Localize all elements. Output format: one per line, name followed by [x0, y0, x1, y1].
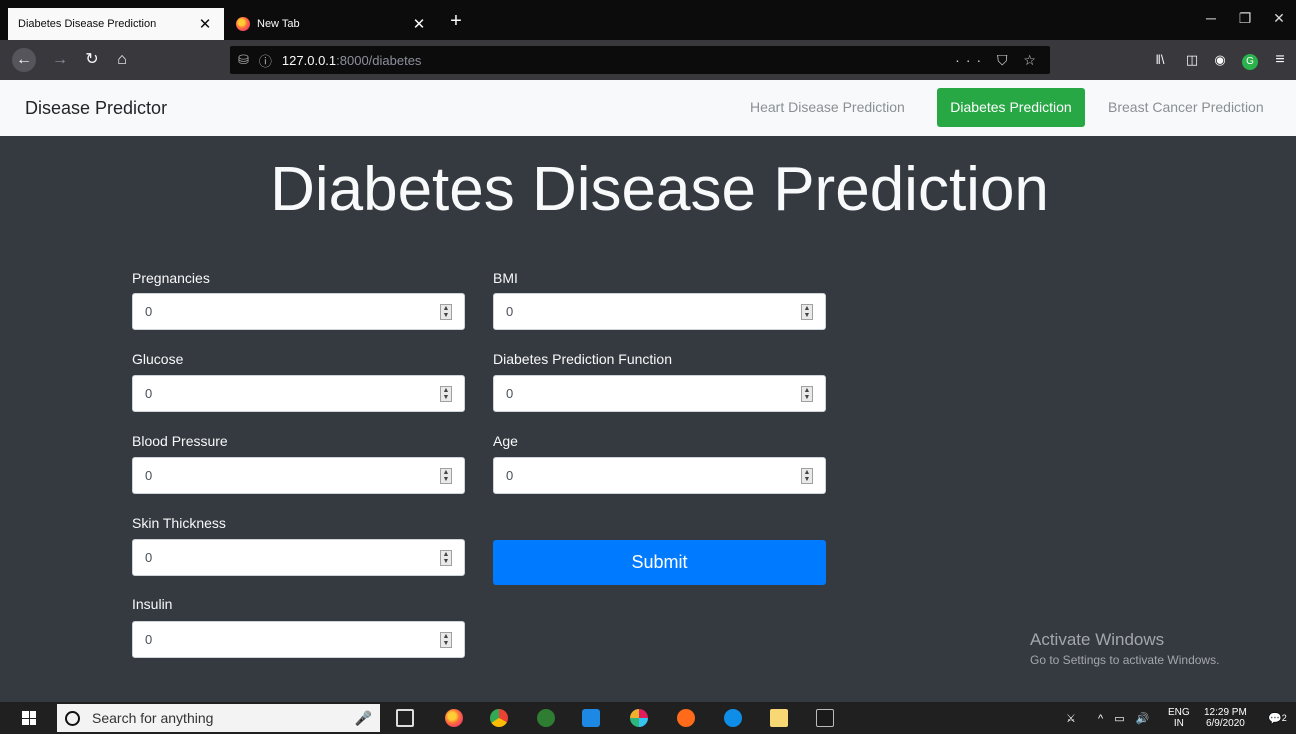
number-spinner-icon[interactable]: ▲ ▼: [440, 303, 452, 320]
age-label: Age: [493, 433, 518, 449]
clock-time: 12:29 PM: [1204, 707, 1247, 718]
number-spinner-icon[interactable]: ▲ ▼: [440, 631, 452, 648]
taskbar-search-placeholder: Search for anything: [92, 710, 214, 726]
clock[interactable]: 12:29 PM 6/9/2020: [1204, 702, 1247, 734]
notifications-icon[interactable]: 💬 2: [1268, 702, 1287, 734]
insulin-label: Insulin: [132, 596, 173, 612]
tracking-shield-icon[interactable]: ⛁: [238, 52, 249, 68]
glucose-input[interactable]: 0 ▲ ▼: [132, 375, 465, 412]
language-indicator[interactable]: ENG IN: [1168, 702, 1190, 734]
menu-icon[interactable]: ≡: [1268, 48, 1292, 72]
number-spinner-icon[interactable]: ▲ ▼: [440, 467, 452, 484]
nav-heart-disease-prediction[interactable]: Heart Disease Prediction: [742, 88, 913, 127]
maximize-button[interactable]: ❐: [1230, 10, 1260, 27]
clock-date: 6/9/2020: [1205, 718, 1245, 729]
nav-diabetes-prediction[interactable]: Diabetes Prediction: [937, 88, 1085, 127]
firefox-icon: [236, 17, 250, 31]
main-content: Diabetes Disease Prediction Pregnancies …: [0, 136, 1296, 702]
system-tray-icons[interactable]: ^ ▭ 🔊: [1098, 702, 1153, 734]
blood-pressure-label: Blood Pressure: [132, 433, 228, 449]
site-info-icon[interactable]: ⓘ: [259, 51, 272, 70]
insulin-value: 0: [145, 632, 153, 647]
submit-button[interactable]: Submit: [493, 540, 826, 585]
file-explorer-taskbar-icon[interactable]: [770, 709, 788, 727]
chrome-canary-taskbar-icon[interactable]: [537, 709, 555, 727]
url-path: :8000/diabetes: [336, 52, 422, 68]
close-window-button[interactable]: ✕: [1264, 10, 1294, 27]
url-bar[interactable]: ⛁ ⓘ 127.0.0.1 :8000/diabetes ··· ⛉ ☆: [230, 46, 1050, 74]
number-spinner-icon[interactable]: ▲ ▼: [801, 303, 813, 320]
age-input[interactable]: 0 ▲ ▼: [493, 457, 826, 494]
glucose-label: Glucose: [132, 351, 184, 367]
terminal-taskbar-icon[interactable]: [816, 709, 834, 727]
region-code: IN: [1173, 718, 1184, 729]
bmi-label: BMI: [493, 270, 518, 286]
firefox-taskbar-icon[interactable]: [445, 709, 463, 727]
bmi-value: 0: [506, 304, 514, 319]
site-navbar: Disease Predictor Heart Disease Predicti…: [0, 80, 1296, 136]
new-tab-button[interactable]: +: [446, 8, 466, 34]
number-spinner-icon[interactable]: ▲ ▼: [440, 549, 452, 566]
minimize-button[interactable]: ─: [1196, 10, 1226, 26]
page-title: Diabetes Disease Prediction: [270, 155, 1049, 224]
bmi-input[interactable]: 0 ▲ ▼: [493, 293, 826, 330]
postman-taskbar-icon[interactable]: [677, 709, 695, 727]
language-code: ENG: [1168, 707, 1190, 718]
number-spinner-icon[interactable]: ▲ ▼: [440, 385, 452, 402]
watermark-title: Activate Windows: [1030, 630, 1165, 649]
diabetes-prediction-function-value: 0: [506, 386, 514, 401]
pregnancies-input[interactable]: 0 ▲ ▼: [132, 293, 465, 330]
tab-new-tab[interactable]: New Tab ✕: [226, 8, 438, 40]
microphone-icon[interactable]: 🎤: [355, 710, 372, 727]
people-icon[interactable]: ⚔: [1066, 702, 1076, 734]
blood-pressure-input[interactable]: 0 ▲ ▼: [132, 457, 465, 494]
number-spinner-icon[interactable]: ▲ ▼: [801, 385, 813, 402]
brand-link[interactable]: Disease Predictor: [25, 98, 167, 119]
home-icon[interactable]: ⌂: [110, 48, 134, 72]
diabetes-prediction-function-label: Diabetes Prediction Function: [493, 351, 672, 367]
tab-title: Diabetes Disease Prediction: [18, 18, 157, 30]
browser-toolbar: ← → ↻ ⌂ ⛁ ⓘ 127.0.0.1 :8000/diabetes ···…: [0, 40, 1296, 80]
blood-pressure-value: 0: [145, 468, 153, 483]
sidebar-icon[interactable]: ◫: [1180, 48, 1204, 72]
watermark-subtitle: Go to Settings to activate Windows.: [1030, 653, 1220, 667]
grammarly-icon[interactable]: G: [1238, 48, 1262, 72]
glucose-value: 0: [145, 386, 153, 401]
reload-icon[interactable]: ↻: [80, 48, 104, 72]
close-tab-icon[interactable]: ✕: [410, 15, 428, 33]
tab-title: New Tab: [257, 18, 300, 30]
skin-thickness-label: Skin Thickness: [132, 515, 226, 531]
skin-thickness-input[interactable]: 0 ▲ ▼: [132, 539, 465, 576]
account-icon[interactable]: ◉: [1208, 48, 1232, 72]
close-tab-icon[interactable]: ✕: [196, 15, 214, 33]
activate-windows-watermark: Activate Windows Go to Settings to activ…: [1030, 630, 1219, 667]
forward-arrow-icon[interactable]: →: [48, 48, 72, 72]
notification-count: 2: [1281, 713, 1287, 723]
age-value: 0: [506, 468, 514, 483]
windows-start-icon[interactable]: [22, 711, 36, 725]
taskbar-search-box[interactable]: Search for anything 🎤: [57, 704, 380, 732]
browser-tab-strip: Diabetes Disease Prediction ✕ New Tab ✕ …: [0, 0, 1296, 40]
skin-thickness-value: 0: [145, 550, 153, 565]
nav-breast-cancer-prediction[interactable]: Breast Cancer Prediction: [1100, 88, 1272, 127]
teamviewer-taskbar-icon[interactable]: [724, 709, 742, 727]
tab-diabetes-disease-prediction[interactable]: Diabetes Disease Prediction ✕: [8, 8, 224, 40]
cortana-circle-icon: [65, 710, 80, 726]
number-spinner-icon[interactable]: ▲ ▼: [801, 467, 813, 484]
task-view-icon[interactable]: [396, 709, 414, 727]
library-icon[interactable]: ‖\: [1148, 48, 1172, 72]
page-actions-icons[interactable]: ··· ⛉ ☆: [955, 52, 1042, 69]
diabetes-prediction-function-input[interactable]: 0 ▲ ▼: [493, 375, 826, 412]
vscode-taskbar-icon[interactable]: [582, 709, 600, 727]
url-host: 127.0.0.1: [281, 52, 337, 68]
pregnancies-value: 0: [145, 304, 153, 319]
back-arrow-icon[interactable]: ←: [12, 48, 36, 72]
pregnancies-label: Pregnancies: [132, 270, 210, 286]
slack-taskbar-icon[interactable]: [630, 709, 648, 727]
insulin-input[interactable]: 0 ▲ ▼: [132, 621, 465, 658]
chrome-taskbar-icon[interactable]: [490, 709, 508, 727]
windows-taskbar: Search for anything 🎤 ⚔ ^ ▭ 🔊 ENG IN 12:…: [0, 702, 1296, 734]
